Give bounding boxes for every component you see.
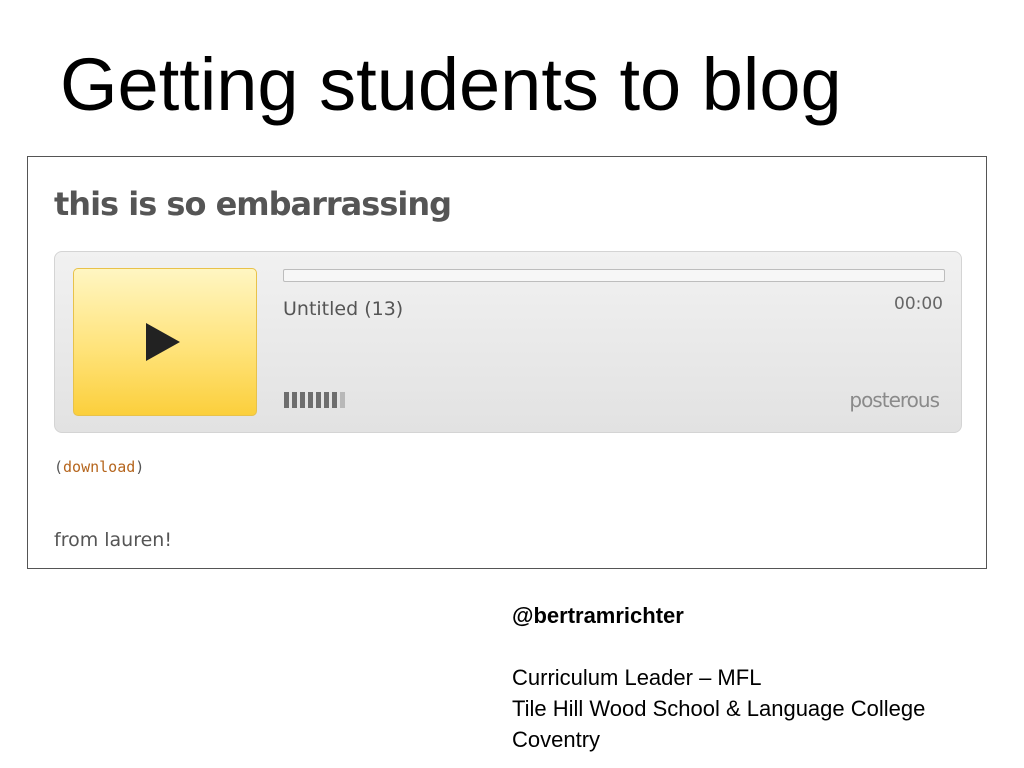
author-spacer: [512, 631, 925, 662]
volume-bar: [316, 392, 321, 408]
progress-bar[interactable]: [283, 269, 945, 282]
download-open-paren: (: [54, 458, 64, 476]
author-info: @bertramrichter Curriculum Leader – MFL …: [512, 600, 925, 755]
play-icon: [146, 323, 180, 361]
play-button[interactable]: [73, 268, 257, 416]
posterous-logo[interactable]: posterous: [849, 388, 940, 412]
post-title: this is so embarrassing: [54, 185, 452, 223]
download-line: (download): [54, 458, 144, 476]
volume-bar: [284, 392, 289, 408]
track-name: Untitled (13): [283, 298, 404, 320]
author-school: Tile Hill Wood School & Language College: [512, 696, 926, 721]
author-handle: @bertramrichter: [512, 603, 684, 628]
download-link[interactable]: download: [63, 458, 135, 476]
volume-bar: [340, 392, 345, 408]
audio-player: Untitled (13) 00:00 posterous: [54, 251, 962, 433]
volume-bar: [308, 392, 313, 408]
volume-bar: [332, 392, 337, 408]
slide-title: Getting students to blog: [60, 43, 842, 126]
volume-bar: [292, 392, 297, 408]
volume-bar: [300, 392, 305, 408]
post-body: from lauren!: [54, 529, 172, 551]
blog-post-embed: this is so embarrassing Untitled (13) 00…: [27, 156, 987, 569]
download-close-paren: ): [135, 458, 145, 476]
time-display: 00:00: [894, 294, 943, 314]
author-city: Coventry: [512, 727, 601, 752]
author-role: Curriculum Leader – MFL: [512, 665, 762, 690]
volume-bar: [324, 392, 329, 408]
volume-control[interactable]: [284, 392, 345, 408]
